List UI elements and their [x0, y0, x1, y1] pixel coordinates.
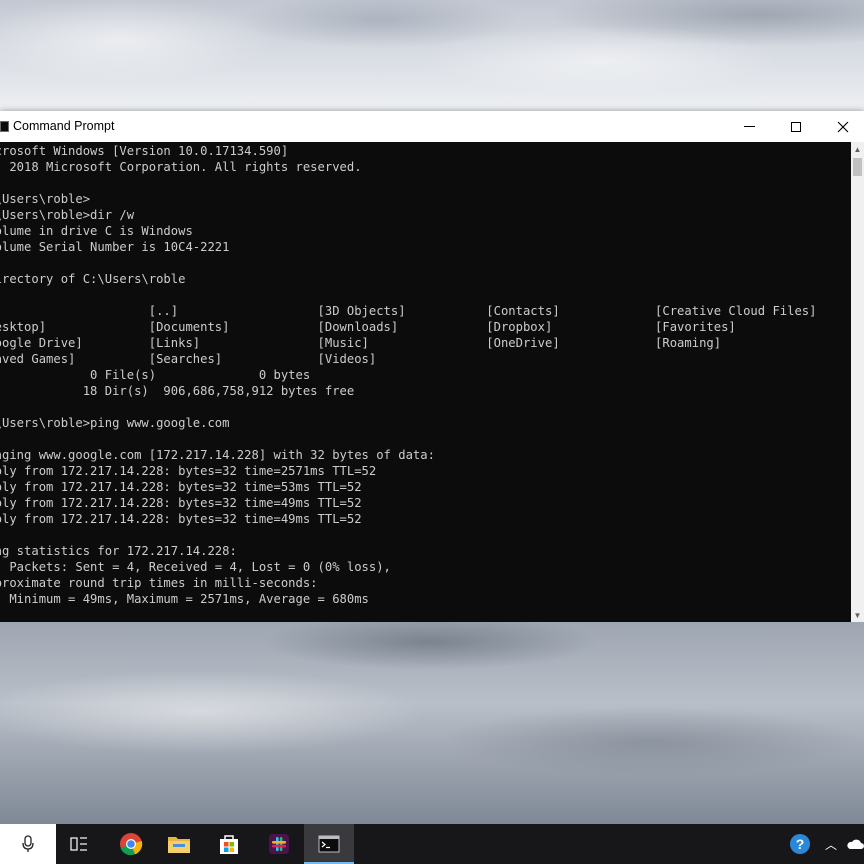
- console-line: Directory of C:\Users\roble: [0, 272, 186, 286]
- console-line: Packets: Sent = 4, Received = 4, Lost = …: [0, 560, 391, 574]
- command-prompt-taskbar-button[interactable]: [304, 824, 354, 864]
- minimize-button[interactable]: [726, 111, 772, 142]
- chevron-up-icon: ︿: [824, 837, 837, 852]
- task-view-button[interactable]: [58, 824, 100, 864]
- console-line: [Desktop] [Documents] [Downloads] [Dropb…: [0, 320, 736, 334]
- command-prompt-window[interactable]: Command Prompt Microsoft Windows [Versio…: [0, 111, 864, 622]
- store-icon: [220, 835, 238, 854]
- cortana-microphone-button[interactable]: [0, 824, 56, 864]
- taskbar: ? ︿: [0, 824, 864, 864]
- command-prompt-icon: [318, 835, 340, 853]
- console-line: Reply from 172.217.14.228: bytes=32 time…: [0, 496, 362, 510]
- console-line: Reply from 172.217.14.228: bytes=32 time…: [0, 512, 362, 526]
- maximize-button[interactable]: [773, 111, 819, 142]
- task-view-icon: [70, 837, 87, 851]
- chrome-icon: [120, 833, 143, 856]
- minimize-icon: [743, 126, 755, 127]
- show-hidden-icons-button[interactable]: ︿: [820, 824, 842, 864]
- scroll-thumb[interactable]: [853, 158, 862, 176]
- store-taskbar-button[interactable]: [206, 824, 252, 864]
- console-line: Reply from 172.217.14.228: bytes=32 time…: [0, 480, 362, 494]
- console-line: 18 Dir(s) 906,686,758,912 bytes free: [0, 384, 355, 398]
- cmd-window-icon: [0, 121, 9, 132]
- console-line: C:\Users\roble>dir /w: [0, 208, 135, 222]
- console-line: Volume in drive C is Windows: [0, 224, 193, 238]
- console-line: Approximate round trip times in milli-se…: [0, 576, 318, 590]
- console-line: C:\Users\roble>: [0, 192, 91, 206]
- console-line: Ping statistics for 172.217.14.228:: [0, 544, 237, 558]
- slack-taskbar-button[interactable]: [256, 824, 302, 864]
- console-output[interactable]: Microsoft Windows [Version 10.0.17134.59…: [0, 142, 851, 622]
- maximize-icon: [791, 121, 801, 132]
- close-icon: [837, 121, 849, 132]
- chrome-taskbar-button[interactable]: [108, 824, 154, 864]
- scroll-up-arrow-icon[interactable]: ▲: [851, 142, 864, 156]
- close-button[interactable]: [820, 111, 864, 142]
- help-tray-button[interactable]: ?: [780, 824, 820, 864]
- onedrive-tray-button[interactable]: [846, 824, 864, 864]
- vertical-scrollbar[interactable]: ▲ ▼: [851, 142, 864, 622]
- cloud-icon: [847, 839, 864, 849]
- desktop-wallpaper-top: [0, 0, 864, 112]
- svg-text:?: ?: [796, 836, 805, 852]
- console-line: [Saved Games] [Searches] [Videos]: [0, 352, 377, 366]
- slack-icon: [269, 834, 289, 854]
- console-line: Reply from 172.217.14.228: bytes=32 time…: [0, 464, 377, 478]
- console-line: Pinging www.google.com [172.217.14.228] …: [0, 448, 435, 462]
- microphone-icon: [22, 835, 34, 852]
- console-line: Volume Serial Number is 10C4-2221: [0, 240, 230, 254]
- console-line: [Google Drive] [Links] [Music] [OneDrive…: [0, 336, 722, 350]
- scroll-down-arrow-icon[interactable]: ▼: [851, 608, 864, 622]
- console-line: Minimum = 49ms, Maximum = 2571ms, Averag…: [0, 592, 369, 606]
- help-icon: ?: [790, 834, 810, 854]
- console-line: [.] [..] [3D Objects] [Contacts] [Creati…: [0, 304, 817, 318]
- file-explorer-icon: [168, 837, 190, 853]
- console-line: (c) 2018 Microsoft Corporation. All righ…: [0, 160, 362, 174]
- console-line: 0 File(s) 0 bytes: [0, 368, 311, 382]
- window-title: Command Prompt: [13, 119, 115, 133]
- file-explorer-taskbar-button[interactable]: [156, 824, 202, 864]
- title-bar[interactable]: Command Prompt: [0, 111, 864, 143]
- console-line: Microsoft Windows [Version 10.0.17134.59…: [0, 144, 289, 158]
- console-line: C:\Users\roble>ping www.google.com: [0, 416, 230, 430]
- desktop-wallpaper-bottom: [0, 622, 864, 824]
